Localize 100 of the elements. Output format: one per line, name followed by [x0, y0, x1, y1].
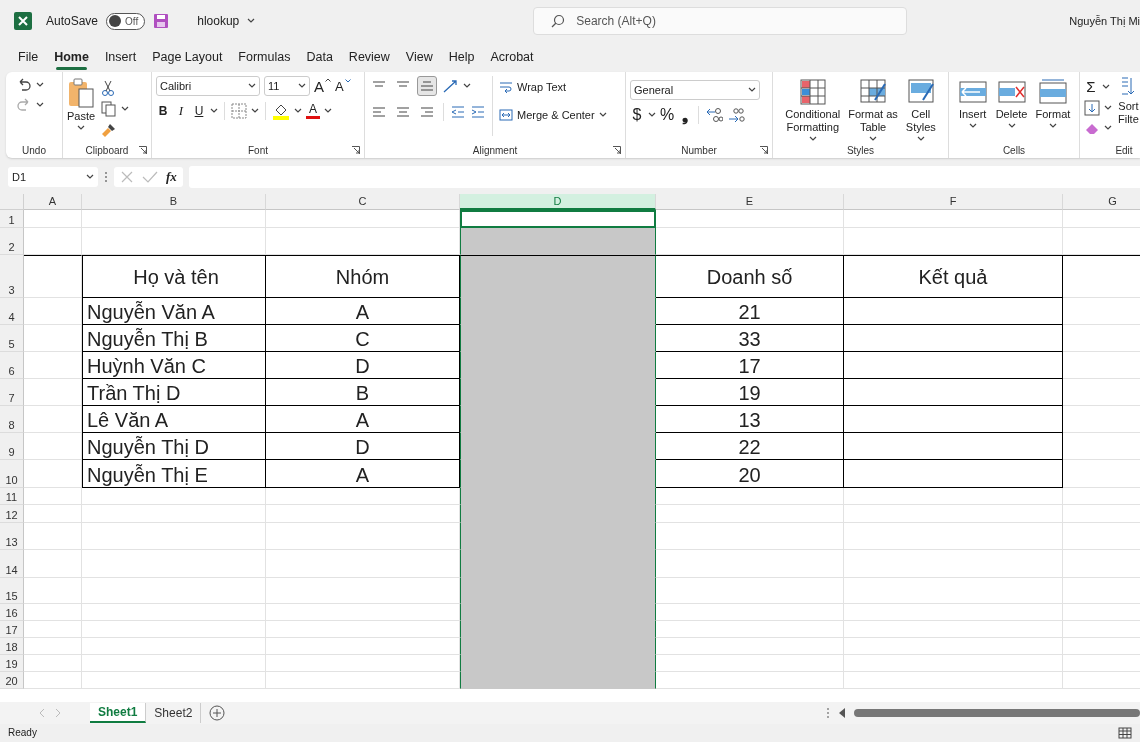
decrease-decimal-icon[interactable]	[727, 107, 746, 123]
column-header[interactable]: E	[656, 194, 844, 210]
style-button[interactable]: Conditional Formatting	[785, 78, 841, 142]
ribbon-tab[interactable]: Formulas	[230, 42, 299, 72]
ribbon-tab[interactable]: Data	[298, 42, 341, 72]
row-header[interactable]: 5	[0, 325, 24, 352]
cells-button[interactable]: Format	[1035, 78, 1071, 129]
add-sheet-icon[interactable]	[209, 705, 226, 721]
decrease-indent-icon[interactable]	[450, 105, 466, 119]
ribbon-tab[interactable]: Help	[440, 42, 483, 72]
scissors-icon[interactable]	[101, 80, 116, 96]
caret-icon[interactable]	[463, 83, 471, 89]
row-header[interactable]: 19	[0, 655, 24, 672]
caret-icon[interactable]	[86, 174, 94, 180]
copy-icon[interactable]	[101, 101, 118, 117]
column-header[interactable]: B	[82, 194, 266, 210]
row-header[interactable]: 2	[0, 228, 24, 255]
sheet-tab[interactable]: Sheet1	[90, 703, 147, 723]
enter-icon[interactable]	[142, 170, 158, 184]
caret-icon[interactable]	[210, 108, 218, 114]
caret-icon[interactable]	[36, 82, 44, 88]
empty-cell[interactable]	[844, 379, 1063, 406]
row-header[interactable]: 16	[0, 604, 24, 621]
column-header[interactable]: D	[460, 194, 656, 210]
save-icon[interactable]	[153, 13, 170, 29]
fill-down-icon[interactable]	[1084, 100, 1100, 116]
name-box[interactable]: D1	[8, 167, 98, 187]
empty-cell[interactable]	[844, 298, 1063, 325]
row-header[interactable]: 10	[0, 460, 24, 488]
search-field[interactable]: Search (Alt+Q)	[533, 7, 908, 35]
empty-cell[interactable]	[460, 672, 656, 689]
row-header[interactable]: 15	[0, 578, 24, 604]
style-button[interactable]: Format as Table	[848, 78, 898, 142]
caret-icon[interactable]	[1048, 123, 1057, 129]
cancel-icon[interactable]	[120, 170, 134, 184]
caret-icon[interactable]	[1104, 105, 1112, 111]
caret-icon[interactable]	[869, 136, 878, 142]
increase-font-size-button[interactable]: A	[314, 77, 331, 95]
column-header[interactable]: G	[1063, 194, 1140, 210]
increase-indent-icon[interactable]	[470, 105, 486, 119]
ribbon-tab[interactable]: Review	[340, 42, 398, 72]
row-header[interactable]: 18	[0, 638, 24, 655]
paintbrush-icon[interactable]	[101, 122, 118, 138]
empty-cell[interactable]	[844, 433, 1063, 460]
ribbon-tab[interactable]: View	[397, 42, 441, 72]
font-color-button[interactable]: A	[306, 103, 320, 119]
column-header[interactable]: A	[24, 194, 82, 210]
font-size-dropdown[interactable]: 11	[264, 76, 310, 96]
comma-style-button[interactable]: ❟	[678, 106, 693, 124]
autosum-button[interactable]: Σ	[1084, 78, 1098, 95]
previous-sheet-icon[interactable]	[38, 708, 46, 718]
ribbon-tab[interactable]: Acrobat	[482, 42, 542, 72]
dialog-launcher-icon[interactable]	[139, 146, 147, 154]
sort-filter-button[interactable]: Sort Filte	[1118, 76, 1139, 126]
caret-icon[interactable]	[598, 112, 607, 118]
column-header[interactable]: F	[844, 194, 1063, 210]
fill-color-icon[interactable]	[272, 102, 290, 120]
row-header[interactable]: 12	[0, 505, 24, 523]
row-header[interactable]: 7	[0, 379, 24, 406]
ribbon-tab[interactable]: Insert	[96, 42, 145, 72]
font-name-dropdown[interactable]: Calibri	[156, 76, 260, 96]
caret-icon[interactable]	[748, 87, 756, 93]
caret-icon[interactable]	[324, 108, 332, 114]
empty-cell[interactable]	[1063, 255, 1140, 298]
caret-icon[interactable]	[251, 108, 259, 114]
caret-icon[interactable]	[36, 102, 44, 108]
row-header[interactable]: 9	[0, 433, 24, 460]
next-sheet-icon[interactable]	[54, 708, 62, 718]
ribbon-tab[interactable]: Page Layout	[144, 42, 231, 72]
caret-icon[interactable]	[648, 112, 656, 118]
caret-icon[interactable]	[1007, 123, 1016, 129]
orientation-icon[interactable]	[441, 78, 459, 94]
increase-decimal-icon[interactable]	[705, 107, 724, 123]
row-header[interactable]: 4	[0, 298, 24, 325]
bold-button[interactable]: B	[156, 104, 170, 118]
row-header[interactable]: 3	[0, 255, 24, 298]
number-format-dropdown[interactable]: General	[630, 80, 760, 100]
caret-icon[interactable]	[916, 136, 925, 142]
decrease-font-size-button[interactable]: A	[335, 78, 351, 94]
scroll-left-icon[interactable]	[838, 708, 846, 718]
select-all-button[interactable]	[0, 194, 24, 210]
percent-button[interactable]: %	[660, 106, 675, 124]
empty-cell[interactable]	[844, 352, 1063, 379]
caret-icon[interactable]	[247, 18, 256, 24]
caret-icon[interactable]	[77, 125, 86, 131]
empty-cell[interactable]	[844, 406, 1063, 433]
cells-button[interactable]: Delete	[995, 78, 1028, 129]
row-header[interactable]: 11	[0, 488, 24, 505]
row-header[interactable]: 14	[0, 550, 24, 578]
italic-button[interactable]: I	[174, 103, 188, 119]
style-button[interactable]: Cell Styles	[905, 78, 936, 142]
paste-button[interactable]: Paste	[67, 78, 96, 131]
empty-cell[interactable]	[844, 325, 1063, 352]
caret-icon[interactable]	[248, 83, 256, 89]
insert-function-button[interactable]: fx	[166, 169, 177, 185]
empty-cell[interactable]	[460, 255, 656, 298]
currency-button[interactable]: $	[630, 106, 644, 124]
dialog-launcher-icon[interactable]	[352, 146, 360, 154]
row-header[interactable]: 13	[0, 523, 24, 550]
row-header[interactable]: 20	[0, 672, 24, 689]
